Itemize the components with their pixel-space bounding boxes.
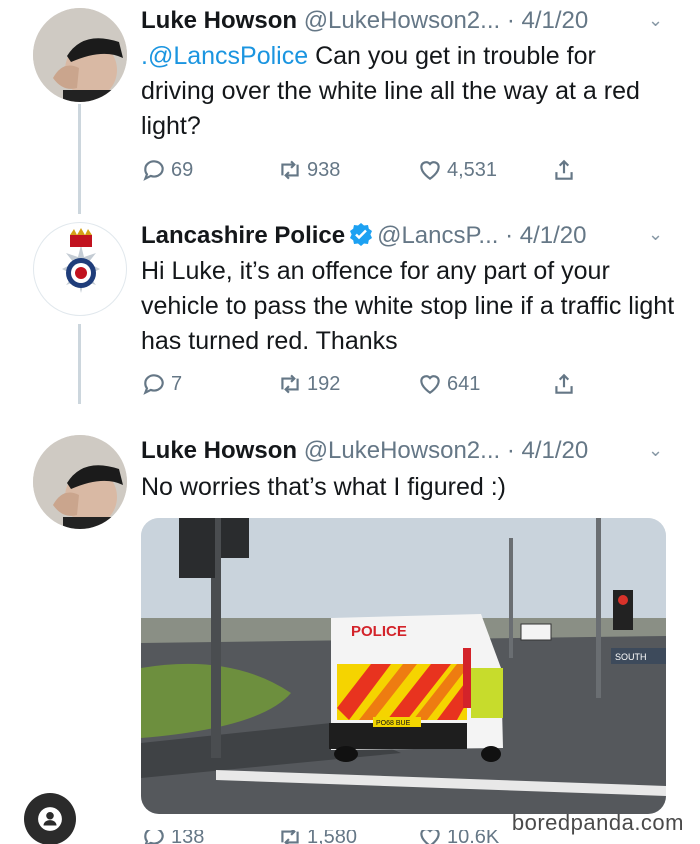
reply-button[interactable]: 69 [141, 157, 193, 183]
retweet-button[interactable]: 938 [277, 157, 340, 183]
tweet-text: .@LancsPolice Can you get in trouble for… [141, 39, 676, 144]
tweet-header: Lancashire Police @LancsP... · 4/1/20 [141, 219, 586, 253]
watermark: boredpanda.com [511, 810, 684, 835]
like-button[interactable]: 4,531 [417, 157, 497, 183]
retweet-button[interactable]: 192 [277, 371, 340, 397]
reply-count: 138 [171, 830, 205, 844]
tweet-text: Hi Luke, it’s an offence for any part of… [141, 257, 675, 355]
tweet-2[interactable]: Lancashire Police @LancsP... · 4/1/20 ⌄ H… [0, 210, 700, 430]
tweet-header: Luke Howson @LukeHowson2... · 4/1/20 [141, 4, 588, 38]
retweet-count: 1,580 [307, 830, 358, 844]
bookmark-fab-button[interactable] [24, 793, 76, 844]
author-name[interactable]: Lancashire Police [141, 222, 345, 249]
author-name[interactable]: Luke Howson [141, 7, 297, 34]
tweet-text: No worries that’s what I figured :) [141, 473, 506, 501]
road-sign-text: SOUTH [615, 652, 647, 662]
heart-icon [420, 161, 440, 180]
chevron-down-icon[interactable]: ⌄ [648, 224, 663, 245]
chevron-down-icon[interactable]: ⌄ [648, 440, 663, 461]
tweet-actions: 7 192 641 [141, 371, 601, 401]
share-button[interactable] [551, 157, 577, 183]
share-button[interactable] [551, 371, 577, 397]
tweet-date[interactable]: · 4/1/20 [507, 7, 588, 34]
tweet-date[interactable]: · 4/1/20 [505, 222, 586, 249]
share-icon [555, 373, 573, 394]
police-van: PO68 BUE POLICE [329, 614, 503, 762]
van-police-label: POLICE [351, 623, 407, 640]
like-button[interactable]: 10.6K [417, 830, 499, 844]
tweet-date[interactable]: · 4/1/20 [507, 437, 588, 464]
retweet-count: 938 [307, 158, 341, 181]
reply-icon [144, 830, 164, 844]
reply-icon [143, 160, 164, 181]
license-plate: PO68 BUE [376, 720, 411, 727]
retweet-count: 192 [307, 372, 341, 395]
tweet-1[interactable]: Luke Howson @LukeHowson2... · 4/1/20 ⌄ .… [0, 0, 700, 214]
author-name[interactable]: Luke Howson [141, 437, 297, 464]
retweet-button[interactable]: 1,580 [277, 830, 357, 844]
share-icon [555, 159, 573, 180]
author-handle[interactable]: @LukeHowson2... [304, 7, 500, 34]
reply-button[interactable]: 138 [141, 830, 204, 844]
retweet-icon [281, 374, 299, 394]
heart-icon [420, 375, 440, 394]
tweet-photo[interactable]: SOUTH PO68 BUE POLICE [141, 518, 666, 814]
tweet-actions: 69 938 4,531 [141, 157, 601, 187]
reply-count: 7 [171, 372, 183, 395]
heart-icon [420, 830, 440, 844]
author-handle[interactable]: @LancsP... [377, 222, 498, 249]
thread-line [78, 104, 81, 214]
verified-badge-icon [350, 223, 373, 246]
like-count: 10.6K [447, 830, 500, 844]
like-count: 4,531 [447, 158, 498, 181]
author-handle[interactable]: @LukeHowson2... [304, 437, 500, 464]
avatar-lancashire-police[interactable] [33, 222, 127, 316]
reply-icon [143, 374, 164, 395]
chevron-down-icon[interactable]: ⌄ [648, 10, 663, 31]
like-count: 641 [447, 372, 481, 395]
user-icon [38, 807, 62, 831]
reply-button[interactable]: 7 [141, 371, 182, 397]
retweet-icon [281, 830, 299, 844]
reply-count: 69 [171, 158, 194, 181]
tweet-header: Luke Howson @LukeHowson2... · 4/1/20 [141, 434, 588, 468]
avatar-luke[interactable] [33, 8, 127, 102]
thread-line [78, 324, 81, 404]
mention-link[interactable]: .@LancsPolice [141, 42, 308, 70]
retweet-icon [281, 160, 299, 180]
avatar-luke[interactable] [33, 435, 127, 529]
like-button[interactable]: 641 [417, 371, 480, 397]
